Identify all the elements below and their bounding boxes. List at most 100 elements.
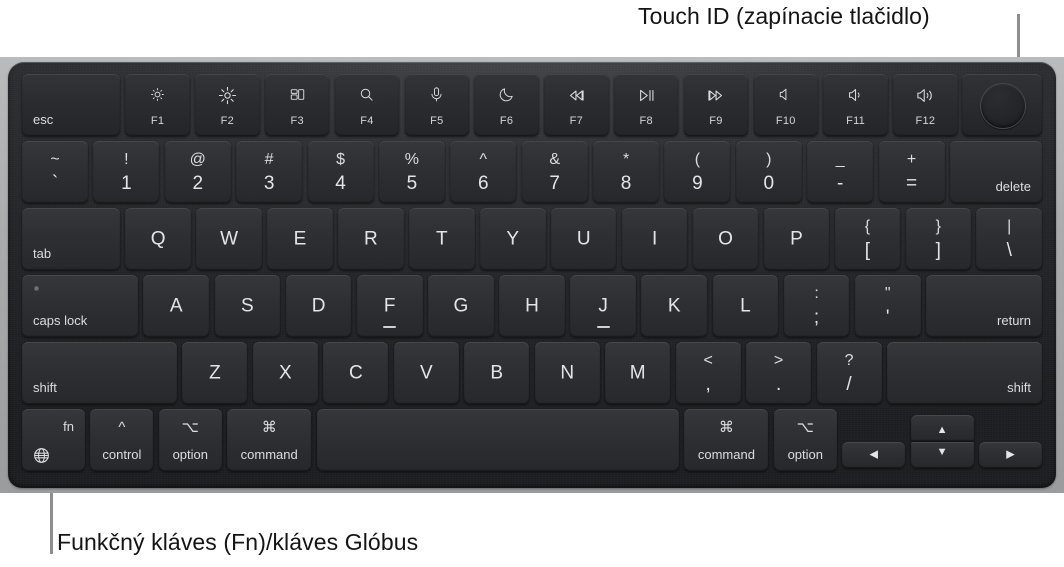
key-y[interactable]: Y [480,208,546,270]
key-label-s: S [241,295,254,317]
key-t[interactable]: T [409,208,475,270]
key-legend-upper-8: * [622,151,630,168]
key-backslash[interactable]: | \ [976,208,1042,270]
key-l[interactable]: L [712,275,779,337]
key-f1[interactable]: F1 [125,74,190,136]
key-label-b: B [490,362,504,384]
key-2[interactable]: @2 [164,141,231,203]
key-legend-upper-semicolon: : [814,285,819,302]
key-bracket-right[interactable]: }] [905,208,972,270]
key-v[interactable]: V [393,342,459,404]
key-arrow-up[interactable]: ▲ [910,415,974,441]
key-symbol-option-left: ⌥ [181,419,199,436]
key-f8[interactable]: F8 [614,74,679,136]
key-label-o: O [718,228,733,250]
key-equal[interactable]: + = [878,141,945,203]
key-f[interactable]: F [356,275,423,337]
key-q[interactable]: Q [125,208,191,270]
key-i[interactable]: I [621,208,688,270]
key-h[interactable]: H [499,275,565,337]
key-3[interactable]: #3 [236,141,303,203]
key-9[interactable]: (9 [664,141,731,203]
key-w[interactable]: W [196,208,262,270]
key-u[interactable]: U [550,208,617,270]
key-arrow-down[interactable]: ▼ [910,442,974,468]
key-arrow-right[interactable]: ▶ [979,442,1042,468]
key-delete[interactable]: delete [950,141,1042,203]
key-label-arrow-up: ▲ [936,424,948,436]
key-f9[interactable]: F9 [683,74,749,136]
key-legend-upper-comma: < [703,352,713,369]
key-f12[interactable]: F12 [893,74,958,136]
key-p[interactable]: P [763,208,830,270]
key-f10[interactable]: F10 [753,74,818,136]
key-f6[interactable]: F6 [474,74,539,136]
key-legend-upper-7: & [549,151,561,168]
key-k[interactable]: K [641,275,708,337]
key-grave[interactable]: ~ ` [22,141,88,203]
key-f4[interactable]: F4 [334,74,400,136]
key-quote[interactable]: " ' [854,275,921,337]
key-j[interactable]: J [570,275,636,337]
key-label-f9: F9 [709,115,723,127]
key-caps-lock[interactable]: caps lock [22,275,138,337]
key-legend-lower-4: 4 [335,173,346,194]
key-command-right[interactable]: ⌘ command [684,409,769,471]
key-1[interactable]: ! 1 [93,141,160,203]
key-tab[interactable]: tab [22,208,120,270]
key-5[interactable]: % 5 [378,141,445,203]
key-legend-lower-backslash: \ [1006,240,1012,261]
key-legend-upper-minus: _ [835,151,845,168]
key-slash[interactable]: ? / [816,342,882,404]
key-c[interactable]: C [323,342,389,404]
key-0[interactable]: ) 0 [735,141,802,203]
key-shift-left[interactable]: shift [22,342,177,404]
key-touch-id[interactable] [962,74,1042,136]
key-shift-right[interactable]: shift [887,342,1042,404]
key-space[interactable] [316,409,679,471]
key-n[interactable]: N [534,342,600,404]
key-period[interactable]: >. [746,342,812,404]
key-f11[interactable]: F11 [823,74,888,136]
key-fn[interactable]: fn [22,409,85,471]
key-esc[interactable]: esc [22,74,120,136]
key-minus[interactable]: _ - [807,141,874,203]
key-d[interactable]: D [285,275,352,337]
key-semicolon[interactable]: :; [783,275,850,337]
key-bracket-left[interactable]: {[ [834,208,901,270]
key-f5[interactable]: F5 [404,74,469,136]
key-a[interactable]: A [143,275,210,337]
key-6[interactable]: ^ 6 [450,141,517,203]
callout-leader-line-touch-id [1017,14,1020,58]
volume-down-icon [823,86,887,106]
key-8[interactable]: * 8 [593,141,660,203]
key-z[interactable]: Z [182,342,248,404]
key-symbol-option-right: ⌥ [796,419,814,436]
key-b[interactable]: B [464,342,530,404]
key-control[interactable]: ^ control [90,409,154,471]
key-f7[interactable]: F7 [544,74,609,136]
key-g[interactable]: G [427,275,494,337]
key-arrow-left[interactable]: ◀ [842,442,906,468]
key-7[interactable]: & 7 [521,141,588,203]
key-f2[interactable]: F2 [195,74,260,136]
key-option-right[interactable]: ⌥ option [773,409,837,471]
key-s[interactable]: S [214,275,281,337]
key-option-left[interactable]: ⌥ option [158,409,222,471]
key-4[interactable]: $4 [307,141,374,203]
key-legend-lower-grave: ` [51,173,59,194]
key-o[interactable]: O [692,208,759,270]
key-return[interactable]: return [926,275,1042,337]
key-command-left[interactable]: ⌘ command [227,409,312,471]
key-e[interactable]: E [267,208,333,270]
touch-id-icon[interactable] [980,83,1026,129]
key-m[interactable]: M [605,342,671,404]
key-comma[interactable]: <, [675,342,741,404]
key-x[interactable]: X [252,342,318,404]
callout-label-touch-id: Touch ID (zapínacie tlačidlo) [638,3,930,29]
key-r[interactable]: R [338,208,404,270]
key-f3[interactable]: F3 [265,74,330,136]
spotlight-search-icon [335,86,399,106]
key-label-arrow-right: ▶ [1006,448,1015,461]
key-legend-lower-bracket-left: [ [864,240,871,261]
